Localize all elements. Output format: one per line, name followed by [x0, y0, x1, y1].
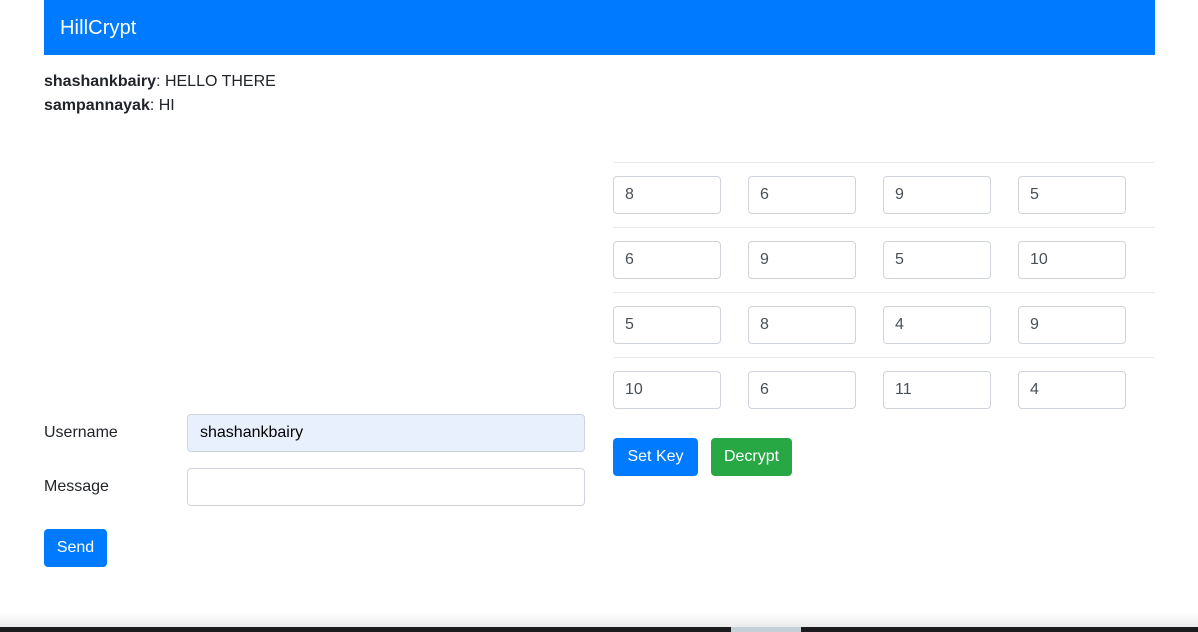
chat-message-username: shashankbairy	[44, 73, 157, 90]
key-matrix-cell	[883, 306, 1018, 344]
page-bottom-edge	[0, 613, 1198, 627]
taskbar-active-window-item[interactable]	[731, 627, 801, 632]
username-row: Username	[44, 414, 604, 452]
key-input-3-3[interactable]	[1018, 371, 1126, 409]
chat-message-separator: :	[156, 73, 165, 90]
key-matrix-cell	[1018, 176, 1153, 214]
username-input[interactable]	[187, 414, 585, 452]
key-matrix-row	[613, 292, 1155, 357]
key-matrix-cell	[1018, 306, 1153, 344]
key-input-1-0[interactable]	[613, 241, 721, 279]
key-matrix-cell	[1018, 241, 1153, 279]
key-matrix-cell	[883, 241, 1018, 279]
key-matrix-cell	[613, 176, 748, 214]
username-label: Username	[44, 424, 118, 441]
chat-message-text: HI	[158, 97, 175, 114]
key-input-0-1[interactable]	[748, 176, 856, 214]
chat-message-separator: :	[149, 97, 159, 114]
key-input-1-1[interactable]	[748, 241, 856, 279]
key-input-2-2[interactable]	[883, 306, 991, 344]
key-input-2-1[interactable]	[748, 306, 856, 344]
key-input-0-0[interactable]	[613, 176, 721, 214]
key-matrix-cell	[883, 176, 1018, 214]
chat-message-text: HELLO THERE	[164, 73, 276, 90]
key-matrix-cell	[883, 371, 1018, 409]
key-matrix-row	[613, 357, 1155, 422]
message-label: Message	[44, 478, 109, 495]
set-key-button[interactable]: Set Key	[613, 438, 698, 476]
app-header: HillCrypt	[44, 0, 1155, 55]
key-matrix-row	[613, 162, 1155, 227]
chat-message: sampannayak: HI	[44, 94, 604, 118]
key-input-2-3[interactable]	[1018, 306, 1126, 344]
message-row: Message	[44, 468, 604, 506]
key-input-0-2[interactable]	[883, 176, 991, 214]
send-button[interactable]: Send	[44, 529, 107, 567]
key-matrix-row	[613, 227, 1155, 292]
key-input-1-2[interactable]	[883, 241, 991, 279]
key-input-3-0[interactable]	[613, 371, 721, 409]
key-matrix-cell	[613, 371, 748, 409]
key-matrix-cell	[1018, 371, 1153, 409]
key-input-2-0[interactable]	[613, 306, 721, 344]
key-matrix-cell	[748, 371, 883, 409]
decrypt-button[interactable]: Decrypt	[711, 438, 792, 476]
send-message-form: Username Message Send	[44, 414, 604, 567]
key-input-1-3[interactable]	[1018, 241, 1126, 279]
key-input-3-1[interactable]	[748, 371, 856, 409]
key-input-0-3[interactable]	[1018, 176, 1126, 214]
key-input-3-2[interactable]	[883, 371, 991, 409]
key-matrix-cell	[748, 306, 883, 344]
key-matrix-cell	[613, 306, 748, 344]
chat-log: shashankbairy: HELLO THERE sampannayak: …	[44, 70, 604, 118]
key-matrix-cell	[748, 176, 883, 214]
key-matrix-panel: Set Key Decrypt	[613, 162, 1155, 476]
os-taskbar	[0, 627, 1198, 632]
key-matrix-cell	[748, 241, 883, 279]
app-page: HillCrypt shashankbairy: HELLO THERE sam…	[0, 0, 1198, 632]
key-matrix-actions: Set Key Decrypt	[613, 438, 1155, 476]
chat-message-username: sampannayak	[44, 97, 150, 114]
key-matrix-cell	[613, 241, 748, 279]
message-input[interactable]	[187, 468, 585, 506]
app-title: HillCrypt	[60, 16, 137, 39]
chat-message: shashankbairy: HELLO THERE	[44, 70, 604, 94]
